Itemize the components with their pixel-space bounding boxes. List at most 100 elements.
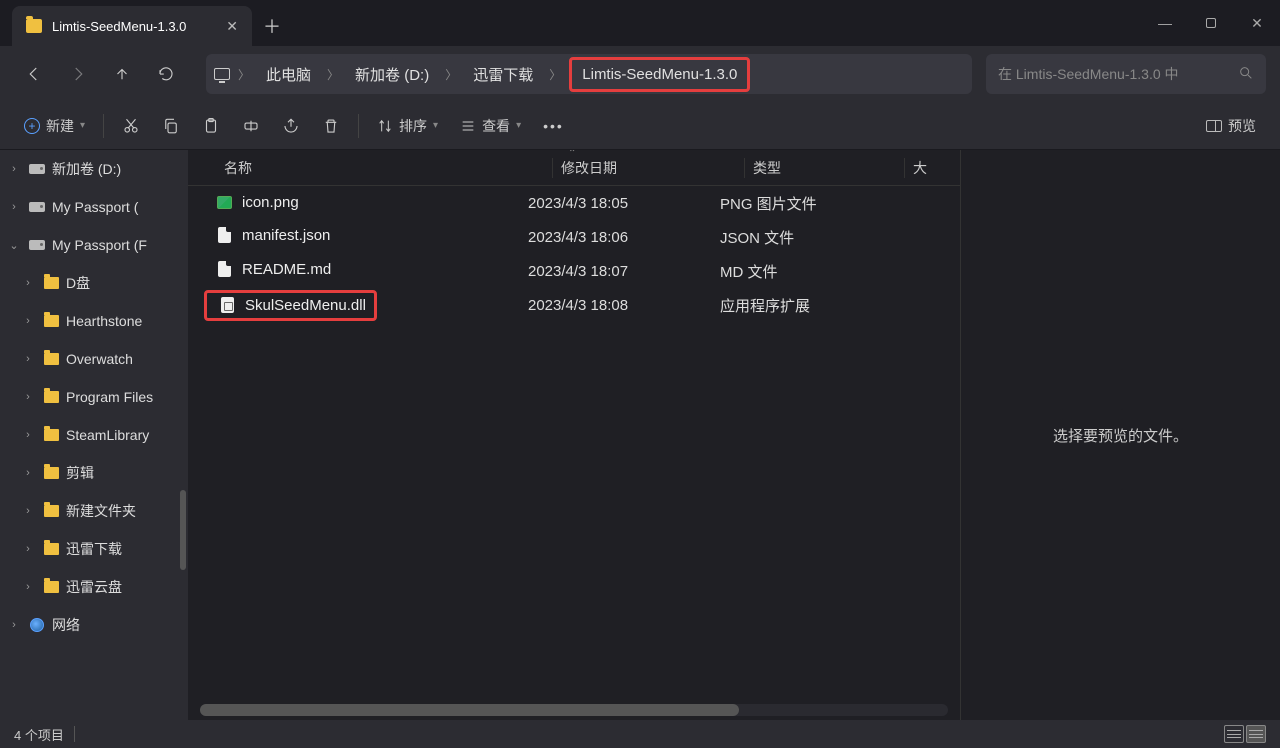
- file-row[interactable]: manifest.json2023/4/3 18:06JSON 文件: [188, 220, 960, 254]
- copy-button[interactable]: [152, 110, 190, 142]
- expand-icon[interactable]: ›: [20, 315, 36, 327]
- paste-button[interactable]: [192, 110, 230, 142]
- up-button[interactable]: [102, 54, 142, 94]
- new-button[interactable]: + 新建 ▾: [14, 110, 95, 142]
- view-label: 查看: [482, 116, 510, 136]
- delete-button[interactable]: [312, 110, 350, 142]
- expand-icon[interactable]: ›: [20, 467, 36, 479]
- search-icon[interactable]: [1238, 65, 1254, 84]
- status-item-count: 4 个项目: [14, 725, 64, 744]
- sort-indicator-icon: ⌃: [568, 150, 576, 159]
- panel-icon: [1206, 120, 1222, 132]
- window-tab[interactable]: Limtis-SeedMenu-1.3.0 ✕: [12, 6, 252, 46]
- sidebar-item[interactable]: ›迅雷云盘: [0, 568, 188, 606]
- chevron-right-icon: 〉: [232, 66, 256, 83]
- sidebar-item[interactable]: ›迅雷下载: [0, 530, 188, 568]
- sidebar-item[interactable]: ›SteamLibrary: [0, 416, 188, 454]
- expand-icon[interactable]: ›: [20, 353, 36, 365]
- expand-icon[interactable]: ›: [20, 581, 36, 593]
- breadcrumb[interactable]: 〉 此电脑 〉 新加卷 (D:) 〉 迅雷下载 〉 Limtis-SeedMen…: [206, 54, 972, 94]
- drive-icon: [28, 240, 46, 250]
- rename-button[interactable]: [232, 110, 270, 142]
- column-type[interactable]: 类型: [744, 158, 904, 178]
- folder-icon: [42, 467, 60, 479]
- sort-label: 排序: [399, 116, 427, 136]
- new-tab-button[interactable]: ＋: [252, 6, 292, 46]
- sort-button[interactable]: 排序 ▾: [367, 110, 448, 142]
- tab-title: Limtis-SeedMenu-1.3.0: [52, 19, 186, 34]
- maximize-button[interactable]: [1188, 0, 1234, 46]
- expand-icon[interactable]: ›: [6, 619, 22, 631]
- folder-icon: [42, 391, 60, 403]
- dll-icon: [221, 297, 234, 313]
- more-button[interactable]: •••: [533, 110, 574, 142]
- share-button[interactable]: [272, 110, 310, 142]
- view-button[interactable]: 查看 ▾: [450, 110, 531, 142]
- sidebar-scrollbar[interactable]: [180, 490, 186, 570]
- sidebar-item[interactable]: ›新加卷 (D:): [0, 150, 188, 188]
- toolbar: + 新建 ▾ 排序 ▾ 查看 ▾ ••• 预览: [0, 102, 1280, 150]
- new-label: 新建: [46, 116, 74, 136]
- cut-button[interactable]: [112, 110, 150, 142]
- sidebar-item[interactable]: ›剪辑: [0, 454, 188, 492]
- sidebar: ›新加卷 (D:)›My Passport ( ⌄ My Passport (F ›D…: [0, 150, 188, 720]
- list-view-button[interactable]: [1246, 725, 1266, 743]
- sidebar-item-label: 网络: [52, 615, 80, 635]
- back-button[interactable]: [14, 54, 54, 94]
- sidebar-item-label: Hearthstone: [66, 313, 142, 329]
- expand-icon[interactable]: ›: [20, 543, 36, 555]
- sidebar-item[interactable]: › 网络: [0, 606, 188, 644]
- column-date[interactable]: 修改日期: [552, 158, 744, 178]
- expand-icon[interactable]: ›: [20, 277, 36, 289]
- preview-button[interactable]: 预览: [1196, 110, 1266, 142]
- search-placeholder: 在 Limtis-SeedMenu-1.3.0 中: [998, 64, 1230, 84]
- expand-icon[interactable]: ›: [6, 163, 22, 175]
- file-name-cell: manifest.json: [208, 227, 528, 248]
- expand-icon[interactable]: ›: [20, 429, 36, 441]
- file-name: manifest.json: [242, 227, 330, 244]
- file-row[interactable]: icon.png2023/4/3 18:05PNG 图片文件: [188, 186, 960, 220]
- file-name: SkulSeedMenu.dll: [245, 297, 366, 314]
- file-name-cell: SkulSeedMenu.dll: [208, 290, 528, 321]
- close-tab-icon[interactable]: ✕: [226, 18, 238, 35]
- expand-icon[interactable]: ›: [20, 391, 36, 403]
- close-window-button[interactable]: ✕: [1234, 0, 1280, 46]
- file-type: PNG 图片文件: [720, 193, 890, 214]
- column-name[interactable]: 名称: [216, 158, 552, 178]
- file-name-cell: README.md: [208, 261, 528, 282]
- file-row[interactable]: README.md2023/4/3 18:07MD 文件: [188, 254, 960, 288]
- breadcrumb-segment[interactable]: 此电脑: [258, 60, 319, 89]
- sidebar-item[interactable]: ›Overwatch: [0, 340, 188, 378]
- sidebar-item[interactable]: ›新建文件夹: [0, 492, 188, 530]
- search-input[interactable]: 在 Limtis-SeedMenu-1.3.0 中: [986, 54, 1266, 94]
- sidebar-item[interactable]: › Hearthstone: [0, 302, 188, 340]
- chevron-right-icon: 〉: [321, 66, 345, 83]
- separator: [358, 114, 359, 138]
- expand-icon[interactable]: ›: [6, 201, 22, 213]
- details-view-button[interactable]: [1224, 725, 1244, 743]
- breadcrumb-segment[interactable]: 迅雷下载: [465, 60, 541, 89]
- forward-button[interactable]: [58, 54, 98, 94]
- file-row[interactable]: SkulSeedMenu.dll2023/4/3 18:08应用程序扩展: [188, 288, 960, 322]
- folder-icon: [42, 543, 60, 555]
- sidebar-item[interactable]: ›D盘: [0, 264, 188, 302]
- column-size[interactable]: 大: [904, 158, 944, 178]
- file-list: ⌃ 名称 修改日期 类型 大 icon.png2023/4/3 18:05PNG…: [188, 150, 960, 720]
- breadcrumb-current[interactable]: Limtis-SeedMenu-1.3.0: [569, 57, 750, 92]
- sidebar-item[interactable]: ⌄ My Passport (F: [0, 226, 188, 264]
- horizontal-scrollbar[interactable]: [200, 704, 948, 716]
- sidebar-item[interactable]: ›My Passport (: [0, 188, 188, 226]
- file-date: 2023/4/3 18:06: [528, 229, 720, 246]
- drive-icon: [28, 164, 46, 174]
- preview-label: 预览: [1228, 116, 1256, 136]
- expand-icon[interactable]: ›: [20, 505, 36, 517]
- preview-empty-text: 选择要预览的文件。: [1053, 425, 1188, 446]
- sidebar-item-label: My Passport (F: [52, 237, 147, 253]
- document-icon: [218, 227, 231, 243]
- file-type: 应用程序扩展: [720, 295, 890, 316]
- refresh-button[interactable]: [146, 54, 186, 94]
- expand-icon[interactable]: ⌄: [6, 239, 22, 252]
- sidebar-item[interactable]: ›Program Files: [0, 378, 188, 416]
- breadcrumb-segment[interactable]: 新加卷 (D:): [347, 60, 437, 89]
- minimize-button[interactable]: —: [1142, 0, 1188, 46]
